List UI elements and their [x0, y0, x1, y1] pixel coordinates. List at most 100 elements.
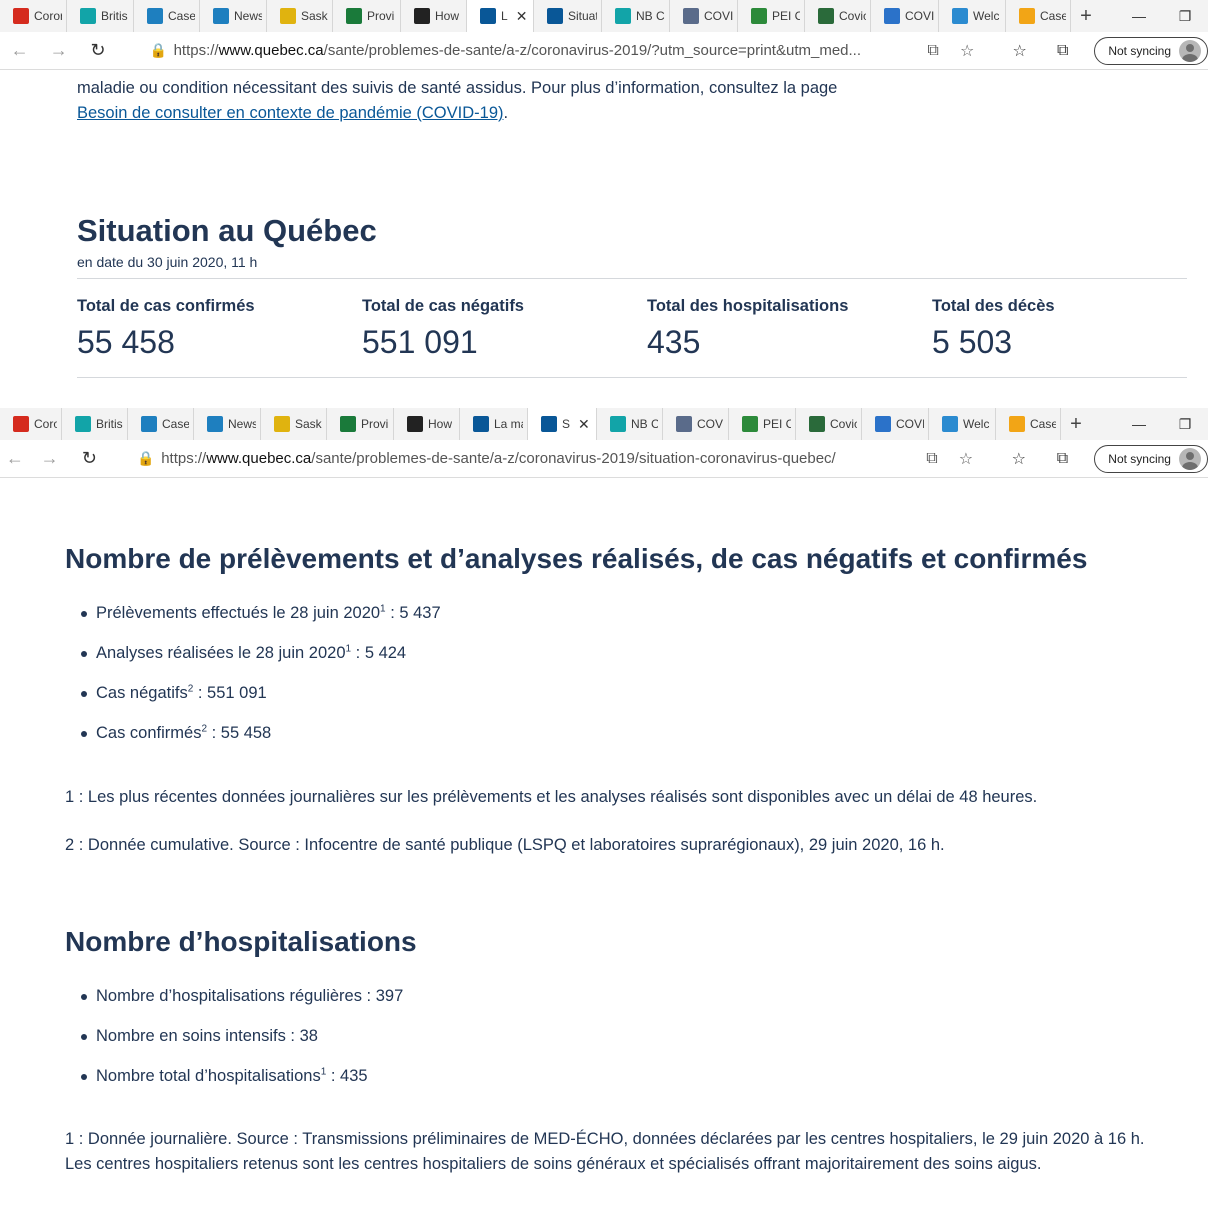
tab-strip: CoroBritisCaseNewsSaskaProviHowLa maS✕NB… [0, 408, 1208, 440]
browser-tab[interactable]: How [394, 408, 460, 440]
profile-sync-button[interactable]: Not syncing [1094, 444, 1208, 473]
minimize-icon[interactable]: — [1116, 0, 1162, 32]
back-icon[interactable]: ← [0, 448, 30, 469]
read-aloud-icon[interactable]: ⧉ [916, 42, 950, 60]
stat-value: 551 091 [362, 324, 478, 360]
back-icon[interactable]: ← [0, 40, 39, 61]
footnote-3: 1 : Donnée journalière. Source : Transmi… [65, 1130, 1145, 1173]
footnote-marker: 2 [187, 683, 194, 695]
stat-confirmed: Total de cas confirmés 55 458 [77, 297, 255, 361]
intro-text: maladie ou condition nécessitant des sui… [77, 79, 838, 97]
tab-label: Cases [168, 9, 195, 23]
browser-tab[interactable]: NB C [602, 0, 670, 32]
browser-tab[interactable]: Provi [327, 408, 394, 440]
url-text[interactable]: https://www.quebec.ca/sante/problemes-de… [161, 450, 915, 467]
browser-tab[interactable]: Welc [939, 0, 1006, 32]
favorites-list-icon[interactable]: ☆ [998, 41, 1041, 61]
browser-tab[interactable]: PEI C [738, 0, 805, 32]
chart-icon [141, 416, 157, 432]
browser-tab[interactable]: Britis [67, 0, 134, 32]
collections-icon[interactable]: ⧉ [1041, 450, 1085, 468]
favorites-list-icon[interactable]: ☆ [997, 449, 1041, 469]
list-item: Analyses réalisées le 28 juin 20201 : 5 … [65, 641, 441, 681]
browser-tab[interactable]: How [401, 0, 467, 32]
hospitalisations-list: Nombre d’hospitalisations régulières : 3… [65, 984, 403, 1104]
tab-label: How [435, 9, 460, 23]
browser-tab[interactable]: L ✕ [467, 0, 534, 32]
chart-icon [213, 8, 229, 24]
profile-sync-button[interactable]: Not syncing [1094, 36, 1208, 65]
footnote-marker: 2 [201, 723, 208, 735]
browser-tab[interactable]: News [194, 408, 261, 440]
browser-tab[interactable]: Saska [267, 0, 333, 32]
browser-tab[interactable]: Saska [261, 408, 327, 440]
browser-tab[interactable]: Cases [134, 0, 200, 32]
tab-label: COVI [704, 9, 733, 23]
address-field[interactable]: 🔒 https://www.quebec.ca/sante/problemes-… [129, 443, 991, 474]
browser-tab[interactable]: Covic [805, 0, 871, 32]
restore-icon[interactable]: ❐ [1162, 408, 1208, 440]
browser-window-2: CoroBritisCaseNewsSaskaProviHowLa maS✕NB… [0, 408, 1208, 478]
close-tab-icon[interactable]: ✕ [578, 416, 590, 433]
browser-tab[interactable]: Welc [929, 408, 996, 440]
stat-value: 5 503 [932, 324, 1013, 360]
stat-deaths: Total des décès 5 503 [932, 297, 1055, 361]
browser-tab[interactable]: Provi [333, 0, 401, 32]
window-controls: — ❐ [1116, 0, 1208, 32]
browser-tab[interactable]: Case [996, 408, 1061, 440]
lock-icon: 🔒 [137, 450, 155, 466]
browser-tab[interactable]: S ✕ [528, 408, 597, 440]
stat-label: Total des décès [932, 297, 1055, 315]
tab-label: Covic [830, 417, 857, 431]
collections-icon[interactable]: ⧉ [1041, 42, 1084, 60]
yukon-icon [942, 416, 958, 432]
stat-label: Total des hospitalisations [647, 297, 849, 315]
ontario-icon [407, 416, 423, 432]
browser-tab[interactable]: COVI [670, 0, 738, 32]
bc-shield-icon [615, 8, 631, 24]
forward-icon[interactable]: → [30, 448, 70, 469]
tab-label: Britis [101, 9, 128, 23]
restore-icon[interactable]: ❐ [1162, 0, 1208, 32]
close-tab-icon[interactable]: ✕ [516, 8, 528, 25]
read-aloud-icon[interactable]: ⧉ [915, 450, 949, 468]
tab-label: How [428, 417, 453, 431]
browser-tab[interactable]: NB C [597, 408, 663, 440]
wheat-icon [274, 416, 290, 432]
footnote-2: 2 : Donnée cumulative. Source : Infocent… [65, 836, 945, 854]
browser-tab[interactable]: Coror [0, 0, 67, 32]
favorite-star-icon[interactable]: ☆ [950, 41, 984, 61]
browser-tab[interactable]: PEI C [729, 408, 796, 440]
browser-tab[interactable]: Covic [796, 408, 862, 440]
consult-link[interactable]: Besoin de consulter en contexte de pandé… [77, 104, 504, 122]
refresh-icon[interactable]: ↻ [78, 40, 117, 61]
forward-icon[interactable]: → [39, 40, 78, 61]
browser-tab[interactable]: Coro [0, 408, 62, 440]
browser-tab[interactable]: Case [128, 408, 194, 440]
tab-label: Case [1040, 9, 1066, 23]
browser-window-1: Coror Britis Cases NewsSaskaProvi How L✕Situa… [0, 0, 1208, 70]
tab-label: Coro [34, 417, 57, 431]
refresh-icon[interactable]: ↻ [69, 448, 109, 469]
browser-tab[interactable]: COVI [862, 408, 929, 440]
minimize-icon[interactable]: — [1116, 408, 1162, 440]
new-tab-icon[interactable]: + [1061, 408, 1091, 440]
address-field[interactable]: 🔒 https://www.quebec.ca/sante/problemes-… [141, 35, 993, 66]
ns-icon [676, 416, 692, 432]
favorite-star-icon[interactable]: ☆ [949, 449, 983, 469]
avatar [1178, 447, 1201, 470]
tests-list: Prélèvements effectués le 28 juin 20201 … [65, 601, 441, 761]
url-text[interactable]: https://www.quebec.ca/sante/problemes-de… [174, 42, 917, 59]
browser-tab[interactable]: COVI [871, 0, 939, 32]
browser-tab[interactable]: Case [1006, 0, 1071, 32]
browser-tab[interactable]: Situat [534, 0, 602, 32]
list-item: Nombre d’hospitalisations régulières : 3… [65, 984, 403, 1024]
globe-icon [809, 416, 825, 432]
bc-shield-icon [80, 8, 96, 24]
tab-label: Covic [839, 9, 866, 23]
browser-tab[interactable]: La ma [460, 408, 528, 440]
browser-tab[interactable]: News [200, 0, 267, 32]
new-tab-icon[interactable]: + [1071, 0, 1101, 32]
browser-tab[interactable]: COVI [663, 408, 729, 440]
browser-tab[interactable]: Britis [62, 408, 128, 440]
